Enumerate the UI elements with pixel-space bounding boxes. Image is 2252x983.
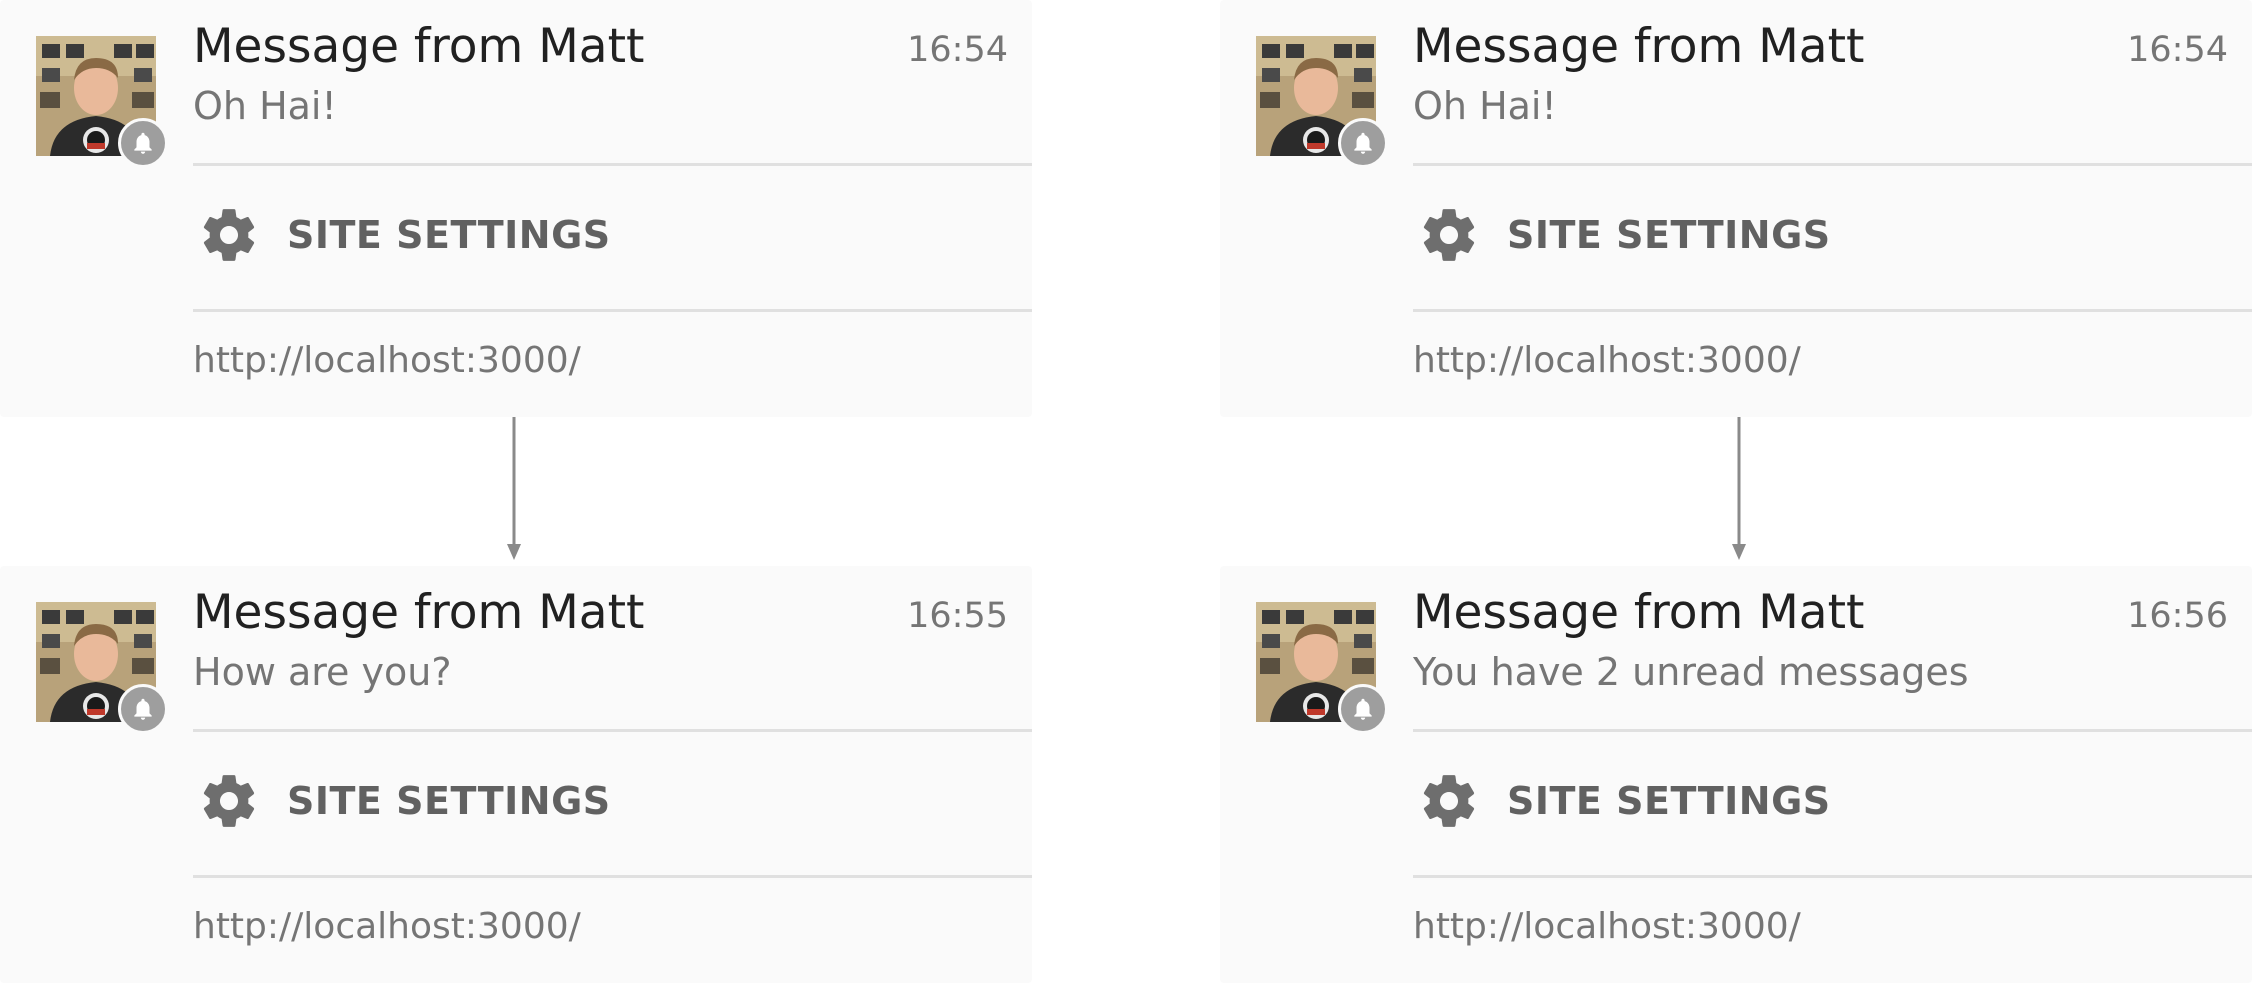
site-settings-button[interactable]: SITE SETTINGS (193, 761, 1032, 841)
notification-card[interactable]: Message from Matt 16:56 You have 2 unrea… (1220, 566, 2252, 983)
notification-body: You have 2 unread messages (1413, 650, 1969, 694)
divider (193, 163, 1032, 166)
site-settings-label: SITE SETTINGS (1507, 213, 1831, 257)
site-settings-button[interactable]: SITE SETTINGS (1413, 761, 2252, 841)
divider (1413, 875, 2252, 878)
notification-origin: http://localhost:3000/ (1413, 906, 1801, 947)
notification-body: Oh Hai! (1413, 84, 1557, 128)
gear-icon (197, 203, 261, 267)
notification-time: 16:55 (907, 596, 1008, 636)
site-settings-label: SITE SETTINGS (287, 213, 611, 257)
notification-time: 16:54 (2127, 30, 2228, 70)
gear-icon (1417, 769, 1481, 833)
divider (1413, 729, 2252, 732)
site-settings-label: SITE SETTINGS (1507, 779, 1831, 823)
gear-icon (197, 769, 261, 833)
notification-title: Message from Matt (1413, 19, 1865, 74)
transition-arrow-left (504, 414, 524, 562)
notification-title: Message from Matt (193, 19, 645, 74)
notification-origin: http://localhost:3000/ (193, 340, 581, 381)
bell-badge (118, 118, 168, 168)
notification-time: 16:54 (907, 30, 1008, 70)
notification-body: How are you? (193, 650, 452, 694)
notification-card[interactable]: Message from Matt 16:55 How are you? SIT… (0, 566, 1032, 983)
notification-origin: http://localhost:3000/ (1413, 340, 1801, 381)
site-settings-button[interactable]: SITE SETTINGS (193, 195, 1032, 275)
bell-icon (134, 698, 152, 720)
notification-time: 16:56 (2127, 596, 2228, 636)
bell-badge (1338, 684, 1388, 734)
notification-body: Oh Hai! (193, 84, 337, 128)
notification-origin: http://localhost:3000/ (193, 906, 581, 947)
transition-arrow-right (1729, 414, 1749, 562)
bell-icon (1354, 698, 1372, 720)
bell-badge (1338, 118, 1388, 168)
notification-card[interactable]: Message from Matt 16:54 Oh Hai! SITE SET… (0, 0, 1032, 417)
site-settings-button[interactable]: SITE SETTINGS (1413, 195, 2252, 275)
divider (193, 309, 1032, 312)
notification-card[interactable]: Message from Matt 16:54 Oh Hai! SITE SET… (1220, 0, 2252, 417)
divider (193, 729, 1032, 732)
bell-icon (134, 132, 152, 154)
bell-icon (1354, 132, 1372, 154)
gear-icon (1417, 203, 1481, 267)
notification-title: Message from Matt (1413, 585, 1865, 640)
divider (1413, 163, 2252, 166)
divider (193, 875, 1032, 878)
site-settings-label: SITE SETTINGS (287, 779, 611, 823)
notification-title: Message from Matt (193, 585, 645, 640)
bell-badge (118, 684, 168, 734)
divider (1413, 309, 2252, 312)
